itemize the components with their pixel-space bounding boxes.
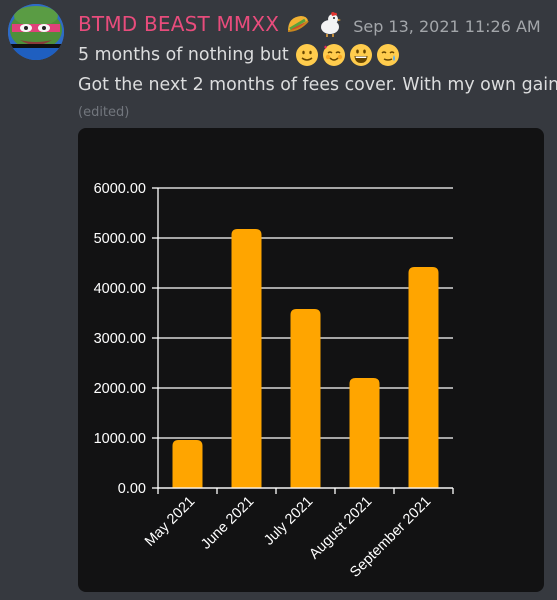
chicken-icon [317, 11, 343, 37]
message-line-1-text: 5 months of nothing but [78, 45, 289, 65]
x-tick-label: May 2021 [142, 494, 198, 550]
y-tick-label: 5000.00 [94, 231, 146, 247]
taco-icon [285, 11, 311, 37]
x-tick-label: July 2021 [261, 494, 316, 549]
message-timestamp[interactable]: Sep 13, 2021 11:26 AM [353, 17, 541, 36]
emoji-row [295, 43, 400, 67]
y-tick-label: 6000.00 [94, 181, 146, 197]
y-tick-label: 2000.00 [94, 381, 146, 397]
message-line-2-text: Got the next 2 months of fees cover. Wit… [78, 75, 557, 95]
chart-attachment[interactable]: 0.00 1000.00 2000.00 3000.00 4000.00 5000.00 6… [78, 128, 544, 592]
x-tick-label: June 2021 [198, 494, 257, 553]
username[interactable]: BTMD BEAST MMXX [78, 12, 279, 36]
message-content: 5 months of nothing but Got the next 2 m… [78, 40, 557, 100]
smiling-face-with-tear-icon[interactable] [376, 43, 400, 67]
chat-message: BTMD BEAST MMXX Sep 13, 2021 11:26 AM 5 [0, 0, 557, 600]
bar [290, 309, 321, 488]
message-header: BTMD BEAST MMXX Sep 13, 2021 11:26 AM [78, 8, 541, 40]
message-line-2: Got the next 2 months of fees cover. Wit… [78, 70, 557, 100]
y-tick-label: 0.00 [118, 481, 146, 497]
user-avatar[interactable] [8, 4, 64, 60]
pepe-avatar-icon [8, 4, 64, 60]
grinning-face-icon[interactable] [349, 43, 373, 67]
y-tick-label: 3000.00 [94, 331, 146, 347]
edited-label[interactable]: (edited) [78, 105, 129, 120]
smiling-face-with-hearts-icon[interactable] [322, 43, 346, 67]
bar [172, 440, 203, 488]
message-line-1: 5 months of nothing but [78, 40, 557, 70]
y-tick-label: 4000.00 [94, 281, 146, 297]
y-tick-label: 1000.00 [94, 431, 146, 447]
bar-chart: 0.00 1000.00 2000.00 3000.00 4000.00 5000.00 6… [94, 181, 454, 581]
slightly-smiling-face-icon[interactable] [295, 43, 319, 67]
bar [349, 378, 380, 488]
bar [408, 267, 439, 488]
bar [231, 229, 262, 488]
